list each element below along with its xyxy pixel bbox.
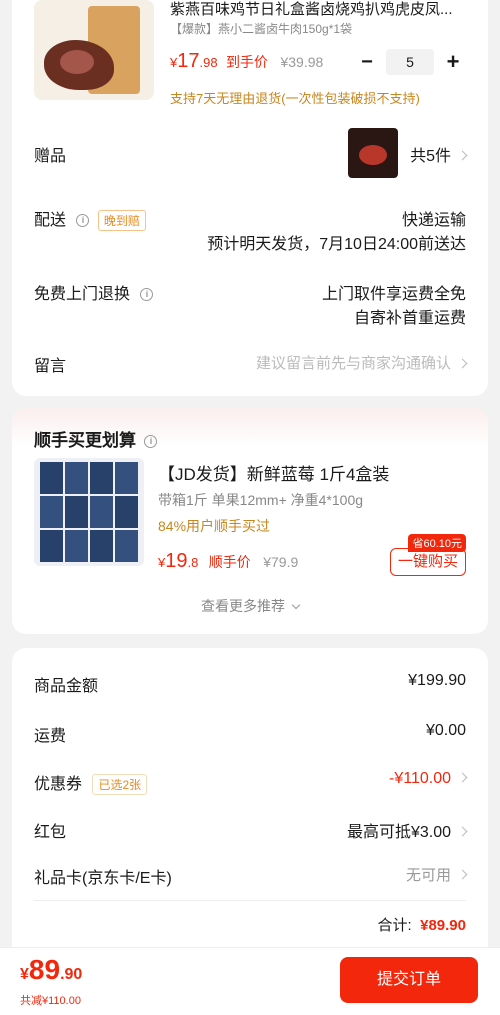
shipping-row: 运费 ¥0.00 xyxy=(34,722,466,745)
price-label: 到手价 xyxy=(226,54,269,70)
addon-price-label: 顺手价 xyxy=(208,554,251,570)
goods-amount-row: 商品金额 ¥199.90 xyxy=(34,672,466,695)
total-row: 合计: ¥89.90 xyxy=(377,917,466,934)
red-packet-row[interactable]: 红包 最高可抵¥3.00 xyxy=(34,818,468,842)
addon-spec: 带箱1斤 单果12mm+ 净重4*100g xyxy=(158,492,364,508)
original-price: ¥39.98 xyxy=(280,54,324,70)
divider xyxy=(34,900,466,901)
late-compensation-tag: 晚到赔 xyxy=(97,210,146,232)
product-image[interactable] xyxy=(34,0,154,100)
gift-card-value: 无可用 xyxy=(405,867,451,884)
return-service-label: 免费上门退换 xyxy=(34,286,131,303)
product-price: ¥17.98 到手价 ¥39.98 xyxy=(170,50,324,72)
submit-order-button[interactable]: 提交订单 xyxy=(340,957,478,1003)
addon-price: ¥19.8 顺手价 ¥79.9 xyxy=(158,550,299,572)
bottom-total-price: ¥89.90 xyxy=(20,954,83,985)
product-spec[interactable]: 【爆款】燕小二酱卤牛肉150g*1袋 xyxy=(170,20,352,37)
order-item-card: 紫燕百味鸡节日礼盒酱卤烧鸡扒鸡虎皮凤... 【爆款】燕小二酱卤牛肉150g*1袋… xyxy=(12,0,488,396)
total-discount: 共减¥110.00 xyxy=(20,995,81,1007)
info-icon[interactable]: i xyxy=(144,435,158,449)
one-click-buy-button[interactable]: 一键购买 xyxy=(390,548,466,576)
message-label: 留言 xyxy=(34,358,67,375)
coupon-label: 优惠券 xyxy=(34,776,83,793)
gift-card-row[interactable]: 礼品卡(京东卡/E卡) 无可用 xyxy=(34,864,468,888)
chevron-right-icon xyxy=(457,826,468,837)
message-row[interactable]: 留言 建议留言前先与商家沟通确认 xyxy=(34,352,468,376)
addon-card: 顺手买更划算 i 【JD发货】新鲜蓝莓 1斤4盒装 带箱1斤 单果12mm+ 净… xyxy=(12,408,488,634)
gift-label: 赠品 xyxy=(34,148,67,165)
decrease-button[interactable]: − xyxy=(354,51,380,74)
return-service-line2: 自寄补首重运费 xyxy=(353,310,466,327)
return-service-row[interactable]: 免费上门退换 i 上门取件享运费全免 自寄补首重运费 xyxy=(34,278,466,328)
addon-title[interactable]: 【JD发货】新鲜蓝莓 1斤4盒装 xyxy=(158,460,389,485)
chevron-right-icon xyxy=(457,869,468,880)
see-more-recommendations[interactable]: 查看更多推荐 xyxy=(12,596,488,616)
product-title[interactable]: 紫燕百味鸡节日礼盒酱卤烧鸡扒鸡虎皮凤... xyxy=(170,0,466,19)
coupon-selected-tag: 已选2张 xyxy=(92,774,148,796)
gift-row[interactable]: 赠品 共5件 xyxy=(34,128,468,178)
coupon-row[interactable]: 优惠券 已选2张 -¥110.00 xyxy=(34,770,468,796)
delivery-row[interactable]: 配送 i 晚到赔 快递运输 预计明天发货，7月10日24:00前送达 xyxy=(34,204,466,254)
chevron-right-icon xyxy=(457,772,468,783)
delivery-method: 快递运输 xyxy=(401,212,466,229)
coupon-value: -¥110.00 xyxy=(389,770,451,787)
addon-section-title: 顺手买更划算 i xyxy=(34,426,158,451)
quantity-stepper: − 5 + xyxy=(354,48,466,76)
price-summary-card: 商品金额 ¥199.90 运费 ¥0.00 优惠券 已选2张 -¥110.00 … xyxy=(12,648,488,968)
return-policy: 支持7天无理由退货(一次性包装破损不支持) xyxy=(170,91,420,106)
bottom-bar: ¥89.90 共减¥110.00 提交订单 xyxy=(0,947,500,1015)
chevron-down-icon xyxy=(291,600,301,610)
return-service-line1: 上门取件享运费全免 xyxy=(321,286,466,303)
gift-count: 共5件 xyxy=(410,142,468,166)
delivery-eta: 预计明天发货，7月10日24:00前送达 xyxy=(207,236,466,253)
red-packet-value: 最高可抵¥3.00 xyxy=(346,824,451,841)
delivery-label: 配送 xyxy=(34,212,67,229)
gift-thumbnail xyxy=(348,128,398,178)
addon-original-price: ¥79.9 xyxy=(263,554,299,570)
increase-button[interactable]: + xyxy=(440,49,466,75)
message-input[interactable]: 建议留言前先与商家沟通确认 xyxy=(256,352,468,373)
chevron-right-icon xyxy=(457,150,468,161)
addon-product-image[interactable] xyxy=(34,458,144,566)
addon-stat: 84%用户顺手买过 xyxy=(158,518,271,534)
chevron-right-icon xyxy=(457,358,468,368)
info-icon[interactable]: i xyxy=(140,288,154,302)
quantity-value[interactable]: 5 xyxy=(386,49,434,75)
info-icon[interactable]: i xyxy=(76,214,90,228)
